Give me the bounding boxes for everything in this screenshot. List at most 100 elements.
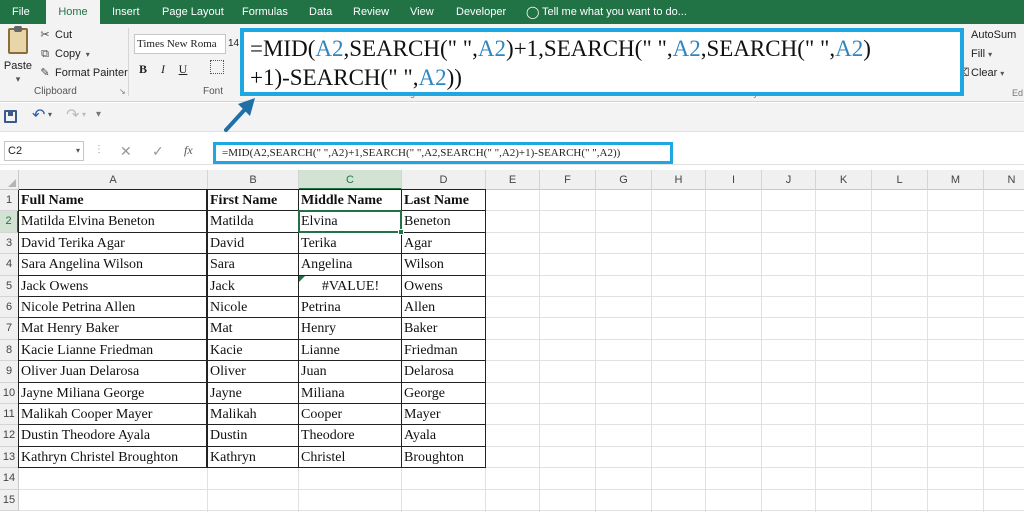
column-header-a[interactable]: A bbox=[19, 170, 208, 190]
chevron-down-icon[interactable]: ▾ bbox=[82, 110, 86, 119]
table-cell[interactable]: Kacie bbox=[208, 340, 299, 361]
table-cell[interactable]: Delarosa bbox=[402, 361, 486, 382]
table-cell[interactable]: Friedman bbox=[402, 340, 486, 361]
row-header-4[interactable]: 4 bbox=[0, 254, 19, 276]
dialog-launcher-icon[interactable]: ↘ bbox=[119, 87, 126, 96]
tab-file[interactable]: File bbox=[12, 0, 30, 24]
table-cell[interactable]: Mayer bbox=[402, 404, 486, 425]
chevron-down-icon[interactable]: ▾ bbox=[76, 142, 80, 160]
row-header-11[interactable]: 11 bbox=[0, 404, 19, 426]
tell-me-search[interactable]: Tell me what you want to do... bbox=[542, 0, 687, 24]
undo-icon[interactable]: ↶ bbox=[32, 107, 45, 125]
column-header-m[interactable]: M bbox=[928, 170, 984, 190]
table-cell[interactable]: Wilson bbox=[402, 254, 486, 275]
table-cell[interactable]: Broughton bbox=[402, 447, 486, 468]
table-cell[interactable]: Dustin Theodore Ayala bbox=[19, 425, 208, 446]
column-header-i[interactable]: I bbox=[706, 170, 762, 190]
tab-developer[interactable]: Developer bbox=[456, 0, 506, 24]
cut-button[interactable]: ✂ Cut bbox=[38, 26, 72, 44]
column-header-k[interactable]: K bbox=[816, 170, 872, 190]
column-header-b[interactable]: B bbox=[208, 170, 299, 190]
table-cell[interactable]: Elvina bbox=[299, 211, 402, 232]
tab-review[interactable]: Review bbox=[353, 0, 389, 24]
table-cell[interactable]: Sara bbox=[208, 254, 299, 275]
worksheet-grid[interactable]: A B C D E F G H I J K L M N 1 2 3 4 5 6 7 8 9 10 11 12 13 14 15 Full … bbox=[0, 165, 1024, 512]
table-cell[interactable]: Petrina bbox=[299, 297, 402, 318]
format-painter-button[interactable]: ✎ Format Painter bbox=[38, 64, 127, 82]
bold-button[interactable]: B bbox=[135, 60, 151, 78]
chevron-down-icon[interactable]: ▾ bbox=[48, 110, 52, 119]
column-header-g[interactable]: G bbox=[596, 170, 652, 190]
row-header-5[interactable]: 5 bbox=[0, 275, 19, 297]
formula-input[interactable]: =MID(A2,SEARCH(" ",A2)+1,SEARCH(" ",A2,S… bbox=[213, 142, 673, 164]
table-cell[interactable]: Matilda Elvina Beneton bbox=[19, 211, 208, 232]
cancel-icon[interactable]: ✕ bbox=[120, 143, 132, 160]
chevron-down-icon[interactable]: ▾ bbox=[1000, 69, 1004, 78]
header-cell[interactable]: Middle Name bbox=[299, 190, 402, 211]
save-icon[interactable] bbox=[4, 110, 17, 123]
row-header-6[interactable]: 6 bbox=[0, 297, 19, 319]
underline-button[interactable]: U bbox=[175, 60, 191, 78]
tab-insert[interactable]: Insert bbox=[112, 0, 140, 24]
table-cell[interactable]: Mat bbox=[208, 318, 299, 339]
table-cell[interactable]: Ayala bbox=[402, 425, 486, 446]
table-cell[interactable]: Oliver Juan Delarosa bbox=[19, 361, 208, 382]
table-cell[interactable]: David bbox=[208, 233, 299, 254]
chevron-down-icon[interactable]: ▾ bbox=[988, 50, 992, 59]
table-cell[interactable]: Allen bbox=[402, 297, 486, 318]
enter-icon[interactable]: ✓ bbox=[152, 143, 164, 160]
table-cell[interactable]: Dustin bbox=[208, 425, 299, 446]
table-cell[interactable]: #VALUE! bbox=[299, 276, 402, 297]
row-header-13[interactable]: 13 bbox=[0, 446, 19, 469]
redo-icon[interactable]: ↷ bbox=[66, 107, 79, 125]
borders-icon[interactable] bbox=[210, 60, 224, 74]
header-cell[interactable]: Last Name bbox=[402, 190, 486, 211]
table-cell[interactable]: Cooper bbox=[299, 404, 402, 425]
row-header-7[interactable]: 7 bbox=[0, 318, 19, 340]
table-cell[interactable]: Sara Angelina Wilson bbox=[19, 254, 208, 275]
row-header-12[interactable]: 12 bbox=[0, 425, 19, 447]
table-cell[interactable]: Kathryn bbox=[208, 447, 299, 468]
table-cell[interactable]: Mat Henry Baker bbox=[19, 318, 208, 339]
table-cell[interactable]: Kathryn Christel Broughton bbox=[19, 447, 208, 468]
insert-function-icon[interactable]: fx bbox=[184, 143, 193, 158]
column-header-n[interactable]: N bbox=[984, 170, 1024, 190]
table-cell[interactable]: Matilda bbox=[208, 211, 299, 232]
row-header-1[interactable]: 1 bbox=[0, 190, 19, 212]
column-header-j[interactable]: J bbox=[762, 170, 816, 190]
table-cell[interactable]: Jack bbox=[208, 276, 299, 297]
customize-toolbar-icon[interactable]: ▾ bbox=[96, 109, 101, 120]
table-cell[interactable]: George bbox=[402, 383, 486, 404]
column-header-e[interactable]: E bbox=[486, 170, 540, 190]
lightbulb-icon[interactable]: ◯ bbox=[526, 5, 539, 19]
table-cell[interactable]: Theodore bbox=[299, 425, 402, 446]
select-all-button[interactable] bbox=[0, 170, 19, 190]
table-cell[interactable]: Oliver bbox=[208, 361, 299, 382]
table-cell[interactable]: David Terika Agar bbox=[19, 233, 208, 254]
table-cell[interactable]: Malikah Cooper Mayer bbox=[19, 404, 208, 425]
chevron-down-icon[interactable]: ▾ bbox=[2, 74, 34, 85]
column-header-c[interactable]: C bbox=[299, 170, 402, 190]
font-size-select[interactable]: 14 bbox=[228, 34, 240, 54]
table-cell[interactable]: Owens bbox=[402, 276, 486, 297]
name-box[interactable]: C2 ▾ bbox=[4, 141, 84, 161]
row-header-2[interactable]: 2 bbox=[0, 211, 19, 233]
table-cell[interactable]: Nicole bbox=[208, 297, 299, 318]
tab-home[interactable]: Home bbox=[46, 0, 100, 24]
chevron-down-icon[interactable]: ▾ bbox=[86, 50, 90, 59]
row-header-3[interactable]: 3 bbox=[0, 232, 19, 255]
table-cell[interactable]: Jayne bbox=[208, 383, 299, 404]
table-cell[interactable]: Lianne bbox=[299, 340, 402, 361]
font-name-select[interactable]: Times New Roma bbox=[134, 34, 226, 54]
table-cell[interactable]: Kacie Lianne Friedman bbox=[19, 340, 208, 361]
row-header-8[interactable]: 8 bbox=[0, 339, 19, 362]
table-cell[interactable]: Juan bbox=[299, 361, 402, 382]
tab-page-layout[interactable]: Page Layout bbox=[162, 0, 224, 24]
column-header-h[interactable]: H bbox=[652, 170, 706, 190]
table-cell[interactable]: Terika bbox=[299, 233, 402, 254]
header-cell[interactable]: Full Name bbox=[19, 190, 208, 211]
row-header-9[interactable]: 9 bbox=[0, 361, 19, 383]
table-cell[interactable]: Baker bbox=[402, 318, 486, 339]
table-cell[interactable]: Nicole Petrina Allen bbox=[19, 297, 208, 318]
table-cell[interactable]: Jack Owens bbox=[19, 276, 208, 297]
